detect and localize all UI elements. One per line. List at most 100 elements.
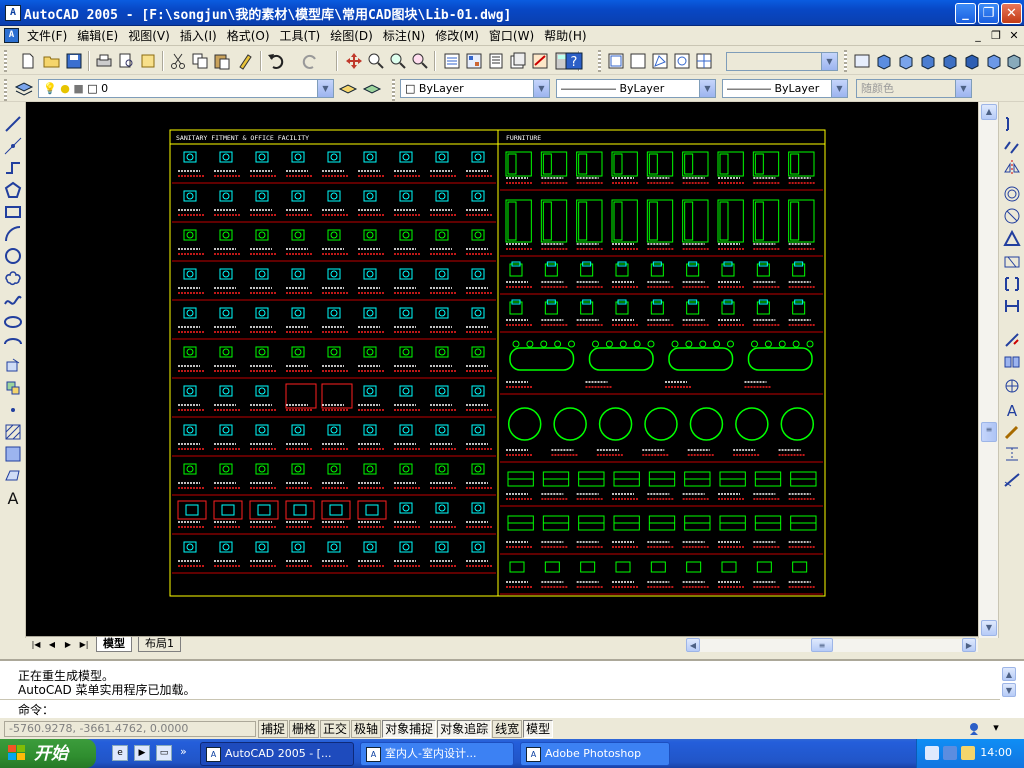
circle-icon[interactable] xyxy=(3,246,23,266)
comm-center-icon[interactable] xyxy=(966,721,982,737)
drawing-canvas[interactable]: SANITARY FITMENT & OFFICE FACILITY FURNI… xyxy=(26,102,978,636)
polygon-icon[interactable] xyxy=(3,180,23,200)
explode-icon[interactable] xyxy=(1002,444,1022,464)
status-toggle[interactable]: 极轴 xyxy=(351,720,382,738)
layer-select[interactable]: 💡 ● ■ □ 0 ▼ xyxy=(38,79,334,98)
paste-icon[interactable] xyxy=(212,51,232,71)
zoom-realtime-icon[interactable] xyxy=(366,51,386,71)
menu-item[interactable]: 工具(T) xyxy=(275,26,326,46)
ellipse-icon[interactable] xyxy=(3,312,23,332)
fillet-icon[interactable] xyxy=(1002,422,1022,442)
revision-cloud-icon[interactable] xyxy=(3,268,23,288)
status-toggle[interactable]: 模型 xyxy=(523,720,554,738)
taskbar-button[interactable]: A AutoCAD 2005 - [... xyxy=(200,742,354,766)
layer-previous-icon[interactable] xyxy=(362,79,382,99)
sheet-set-icon[interactable] xyxy=(508,51,528,71)
trim-icon[interactable] xyxy=(1002,330,1022,350)
menu-item[interactable]: 修改(M) xyxy=(430,26,484,46)
tab-model[interactable]: 模型 xyxy=(96,637,132,652)
first-tab-icon[interactable]: |◀ xyxy=(30,639,42,651)
scroll-left-icon[interactable]: ◀ xyxy=(686,638,700,652)
pan-icon[interactable] xyxy=(344,51,364,71)
viewport-scale-select[interactable]: ▼ xyxy=(726,52,838,71)
save-icon[interactable] xyxy=(64,51,84,71)
point-icon[interactable] xyxy=(3,400,23,420)
menu-item[interactable]: 文件(F) xyxy=(22,26,72,46)
extend-icon[interactable] xyxy=(1002,352,1022,372)
quicklaunch-more-icon[interactable]: » xyxy=(180,745,187,758)
scroll-down-icon[interactable]: ▼ xyxy=(981,620,997,636)
arc-icon[interactable] xyxy=(3,224,23,244)
previous-tab-icon[interactable]: ◀ xyxy=(46,639,58,651)
hscroll-thumb[interactable]: ≡ xyxy=(811,638,833,652)
rotate-icon[interactable] xyxy=(1002,252,1022,272)
hatch-icon[interactable] xyxy=(3,422,23,442)
view-front-icon[interactable] xyxy=(962,51,982,71)
mirror-icon[interactable] xyxy=(1002,158,1022,178)
view-left-icon[interactable] xyxy=(918,51,938,71)
ellipse-arc-icon[interactable] xyxy=(3,334,23,354)
volume-tray-icon[interactable] xyxy=(961,746,975,760)
coordinate-readout[interactable]: -5760.9278, -3661.4762, 0.0000 xyxy=(4,721,256,737)
command-prompt[interactable]: 命令： xyxy=(0,699,1000,717)
menu-item[interactable]: 编辑(E) xyxy=(72,26,123,46)
line-tool-icon[interactable] xyxy=(3,114,23,134)
status-toggle[interactable]: 正交 xyxy=(320,720,351,738)
network-tray-icon[interactable] xyxy=(943,746,957,760)
viewport-object-icon[interactable] xyxy=(672,51,692,71)
scroll-up-icon[interactable]: ▲ xyxy=(981,104,997,120)
view-back-icon[interactable] xyxy=(984,51,1004,71)
doc-close-button[interactable]: ✕ xyxy=(1006,28,1022,43)
copy-icon[interactable] xyxy=(190,51,210,71)
status-menu-icon[interactable]: ▾ xyxy=(988,721,1004,737)
status-toggle[interactable]: 栅格 xyxy=(289,720,320,738)
autocad-app-icon[interactable]: A xyxy=(5,5,21,21)
new-icon[interactable] xyxy=(18,51,38,71)
color-control-select[interactable]: □ ByLayer ▼ xyxy=(400,79,550,98)
markup-set-icon[interactable] xyxy=(530,51,550,71)
undo-icon[interactable] xyxy=(266,51,286,71)
start-button[interactable]: 开始 xyxy=(0,739,96,768)
menu-item[interactable]: 视图(V) xyxy=(123,26,175,46)
chamfer-icon[interactable]: A xyxy=(1002,400,1022,420)
cut-icon[interactable] xyxy=(168,51,188,71)
construction-line-icon[interactable] xyxy=(3,136,23,156)
status-toggle[interactable]: 对象追踪 xyxy=(437,720,492,738)
viewport-polygon-icon[interactable] xyxy=(650,51,670,71)
view-named-icon[interactable] xyxy=(852,51,872,71)
status-toggle[interactable]: 线宽 xyxy=(492,720,523,738)
move-icon[interactable] xyxy=(1002,228,1022,248)
viewport-clip-icon[interactable] xyxy=(694,51,714,71)
plotstyle-control-select[interactable]: 随颜色 ▼ xyxy=(856,79,972,98)
offset-icon[interactable] xyxy=(1002,184,1022,204)
zoom-window-icon[interactable] xyxy=(388,51,408,71)
clock[interactable]: 14:00 xyxy=(980,746,1012,759)
insert-block-icon[interactable] xyxy=(3,356,23,376)
join-icon[interactable] xyxy=(1002,470,1022,490)
next-tab-icon[interactable]: ▶ xyxy=(62,639,74,651)
scroll-thumb[interactable]: ≡ xyxy=(981,422,997,442)
help-tray-icon[interactable] xyxy=(925,746,939,760)
erase-icon[interactable] xyxy=(1002,114,1022,134)
spline-icon[interactable] xyxy=(3,290,23,310)
zoom-previous-icon[interactable] xyxy=(410,51,430,71)
status-toggle[interactable]: 捕捉 xyxy=(258,720,289,738)
view-sw-iso-icon[interactable] xyxy=(1004,51,1024,71)
match-properties-icon[interactable] xyxy=(236,51,256,71)
viewport-single-icon[interactable] xyxy=(628,51,648,71)
region-icon[interactable] xyxy=(3,466,23,486)
make-block-icon[interactable] xyxy=(3,378,23,398)
design-center-icon[interactable] xyxy=(464,51,484,71)
status-toggle[interactable]: 对象捕捉 xyxy=(382,720,437,738)
linetype-control-select[interactable]: ――――― ByLayer ▼ xyxy=(556,79,716,98)
quicklaunch-media-icon[interactable]: ▶ xyxy=(134,745,150,761)
view-right-icon[interactable] xyxy=(940,51,960,71)
menu-item[interactable]: 绘图(D) xyxy=(325,26,378,46)
lineweight-control-select[interactable]: ―――― ByLayer ▼ xyxy=(722,79,848,98)
menu-item[interactable]: 格式(O) xyxy=(222,26,275,46)
last-tab-icon[interactable]: ▶| xyxy=(78,639,90,651)
properties-icon[interactable] xyxy=(442,51,462,71)
restore-button[interactable]: ❐ xyxy=(978,3,999,24)
tool-palettes-icon[interactable] xyxy=(486,51,506,71)
copy-object-icon[interactable] xyxy=(1002,136,1022,156)
